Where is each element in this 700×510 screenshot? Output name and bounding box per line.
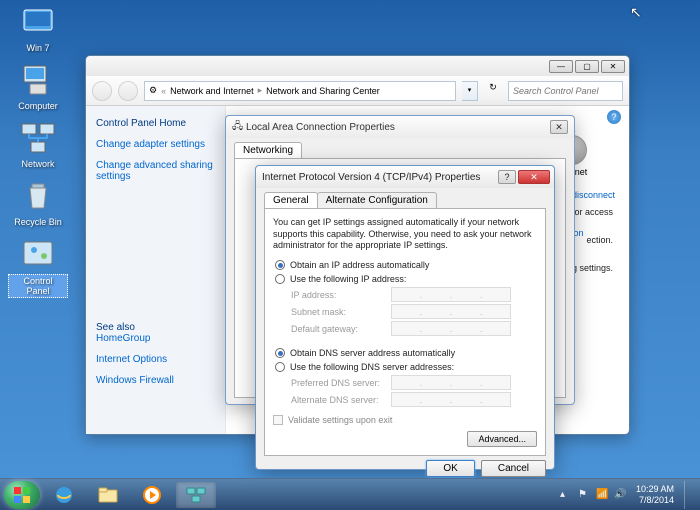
gateway-input: ... [391, 321, 511, 336]
sidebar-link-sharing[interactable]: Change advanced sharing settings [96, 160, 215, 182]
tray-flag-icon[interactable]: ⚑ [578, 489, 590, 501]
radio-manual-ip[interactable] [275, 274, 285, 284]
field-label: Subnet mask: [291, 307, 391, 317]
nic-icon: 🖧 [232, 119, 243, 136]
sidebar-link-firewall[interactable]: Windows Firewall [96, 375, 215, 386]
checkbox-label: Validate settings upon exit [288, 415, 392, 425]
taskbar: ▴ ⚑ 📶 🔊 10:29 AM 7/8/2014 [0, 478, 700, 510]
breadcrumb-sep: « [161, 86, 166, 96]
minimize-button[interactable]: — [549, 60, 573, 73]
desktop-label: Control Panel [8, 274, 68, 298]
desktop-icons: Win 7 Computer Network Recycle Bin Contr… [8, 4, 78, 306]
field-label: Alternate DNS server: [291, 395, 391, 405]
checkbox-validate[interactable] [273, 415, 283, 425]
start-button[interactable] [4, 481, 40, 509]
network-icon [20, 120, 56, 156]
forward-button[interactable] [118, 81, 138, 101]
system-tray: ▴ ⚑ 📶 🔊 10:29 AM 7/8/2014 [560, 481, 696, 509]
alternate-dns-input: ... [391, 392, 511, 407]
dialog-title: Local Area Connection Properties [246, 122, 395, 133]
sidebar-link-adapter[interactable]: Change adapter settings [96, 139, 215, 150]
search-input[interactable] [508, 81, 623, 101]
close-button[interactable]: ✕ [601, 60, 625, 73]
desktop-label: Network [8, 158, 68, 170]
subnet-mask-input: ... [391, 304, 511, 319]
radio-auto-ip[interactable] [275, 260, 285, 270]
tab-general[interactable]: General [264, 192, 318, 208]
dialog-title: Internet Protocol Version 4 (TCP/IPv4) P… [262, 172, 480, 183]
tab-alternate[interactable]: Alternate Configuration [317, 192, 437, 208]
radio-label: Use the following DNS server addresses: [290, 362, 454, 372]
controlpanel-icon [20, 236, 56, 272]
taskbar-network-center[interactable] [176, 482, 216, 508]
refresh-button[interactable]: ↻ [484, 82, 502, 100]
radio-label: Obtain DNS server address automatically [290, 348, 455, 358]
back-button[interactable] [92, 81, 112, 101]
field-label: Default gateway: [291, 324, 391, 334]
recyclebin-icon [20, 178, 56, 214]
maximize-button[interactable]: ▢ [575, 60, 599, 73]
sidebar-link-homegroup[interactable]: HomeGroup [96, 333, 215, 344]
tray-volume-icon[interactable]: 🔊 [614, 489, 626, 501]
dialog-titlebar: Internet Protocol Version 4 (TCP/IPv4) P… [256, 166, 554, 188]
win7-icon [20, 4, 56, 40]
computer-icon [20, 62, 56, 98]
cancel-button[interactable]: Cancel [481, 460, 546, 477]
desktop-icon-network[interactable]: Network [8, 120, 68, 170]
breadcrumb-segment[interactable]: Network and Internet [170, 86, 254, 96]
radio-manual-dns[interactable] [275, 362, 285, 372]
desktop-label: Win 7 [8, 42, 68, 54]
sidebar-link-inetopts[interactable]: Internet Options [96, 354, 215, 365]
desktop-label: Recycle Bin [8, 216, 68, 228]
taskbar-mediaplayer[interactable] [132, 482, 172, 508]
desktop-icon-computer[interactable]: Computer [8, 62, 68, 112]
explorer-navbar: ⚙ « Network and Internet ▸ Network and S… [86, 76, 629, 106]
ok-button[interactable]: OK [426, 460, 474, 477]
mouse-cursor-icon: ↖ [630, 4, 642, 21]
tab-networking[interactable]: Networking [234, 142, 302, 158]
ip-address-input: ... [391, 287, 511, 302]
preferred-dns-input: ... [391, 375, 511, 390]
tray-show-hidden-icon[interactable]: ▴ [560, 489, 572, 501]
taskbar-ie[interactable] [44, 482, 84, 508]
taskbar-explorer[interactable] [88, 482, 128, 508]
address-bar[interactable]: ⚙ « Network and Internet ▸ Network and S… [144, 81, 456, 101]
field-label: IP address: [291, 290, 391, 300]
close-button[interactable]: ✕ [550, 120, 568, 134]
address-dropdown[interactable]: ▾ [462, 81, 478, 101]
breadcrumb-sep: ▸ [258, 85, 263, 96]
clock-date: 7/8/2014 [636, 495, 674, 506]
radio-auto-dns[interactable] [275, 348, 285, 358]
advanced-button[interactable]: Advanced... [467, 431, 537, 447]
close-button[interactable]: ✕ [518, 170, 550, 184]
help-button[interactable]: ? [498, 170, 516, 184]
show-desktop-button[interactable] [684, 481, 692, 509]
taskbar-clock[interactable]: 10:29 AM 7/8/2014 [632, 484, 674, 506]
sidebar: Control Panel Home Change adapter settin… [86, 106, 226, 434]
tray-network-icon[interactable]: 📶 [596, 489, 608, 501]
description-text: You can get IP settings assigned automat… [273, 217, 537, 252]
sidebar-home[interactable]: Control Panel Home [96, 118, 215, 129]
help-icon[interactable]: ? [607, 110, 621, 124]
desktop-icon-recyclebin[interactable]: Recycle Bin [8, 178, 68, 228]
clock-time: 10:29 AM [636, 484, 674, 495]
field-label: Preferred DNS server: [291, 378, 391, 388]
ipv4-properties-dialog: Internet Protocol Version 4 (TCP/IPv4) P… [255, 165, 555, 470]
dialog-titlebar: 🖧 Local Area Connection Properties ✕ [226, 116, 574, 138]
breadcrumb-segment[interactable]: Network and Sharing Center [266, 86, 380, 96]
desktop-icon-win7[interactable]: Win 7 [8, 4, 68, 54]
radio-label: Use the following IP address: [290, 274, 406, 284]
desktop-label: Computer [8, 100, 68, 112]
controlpanel-mini-icon: ⚙ [149, 85, 157, 96]
seealso-header: See also [96, 322, 215, 333]
radio-label: Obtain an IP address automatically [290, 260, 429, 270]
desktop-icon-controlpanel[interactable]: Control Panel [8, 236, 68, 298]
window-titlebar: — ▢ ✕ [86, 56, 629, 76]
